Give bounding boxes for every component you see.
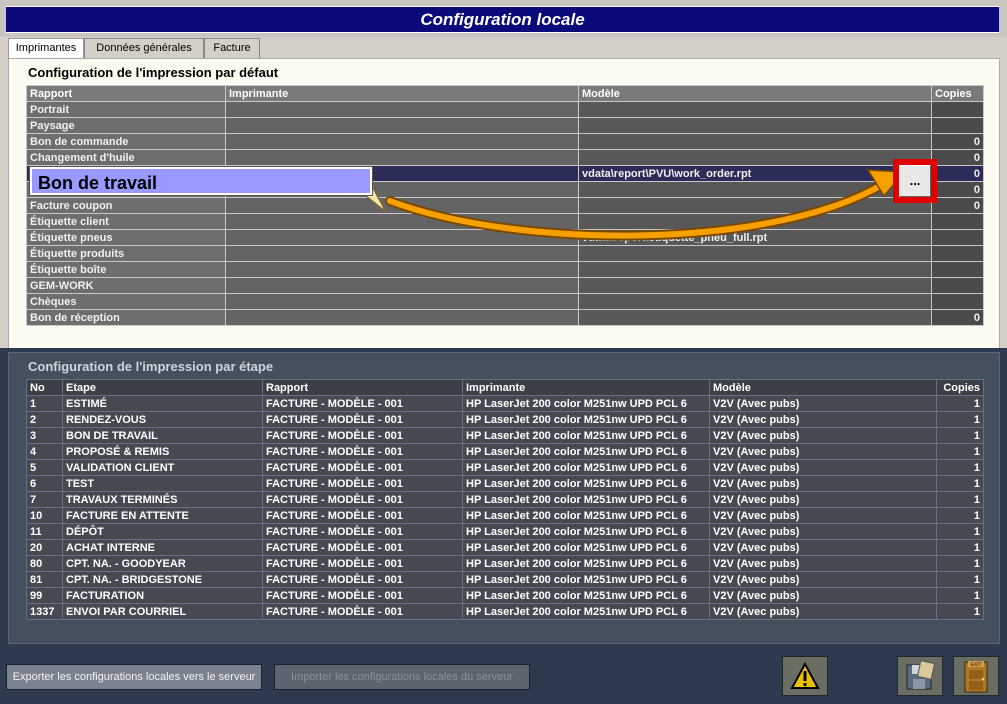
arrow-outline — [385, 176, 893, 241]
annotation-overlay — [345, 169, 906, 241]
callout-bon-de-travail: Bon de travail — [29, 166, 373, 196]
browse-ellipsis-button[interactable]: ... — [899, 165, 931, 197]
browse-button-highlight: ... — [893, 159, 937, 203]
